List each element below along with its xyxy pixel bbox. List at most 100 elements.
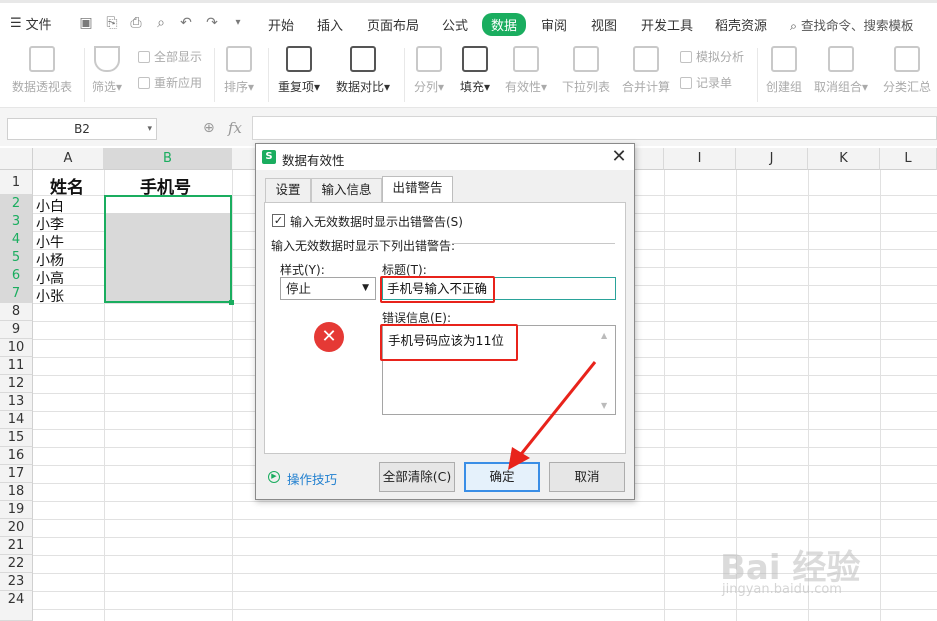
split-column-button[interactable]: 分列▾ — [414, 46, 444, 95]
name-box[interactable]: B2 ▾ — [7, 118, 157, 140]
tab-page-layout[interactable]: 页面布局 — [367, 15, 419, 34]
dropdown-list-button[interactable]: 下拉列表 — [562, 46, 610, 95]
record-form-icon — [680, 76, 692, 89]
column-header-h[interactable] — [634, 148, 664, 170]
what-if-button[interactable]: 模拟分析 — [680, 48, 744, 65]
tips-link[interactable]: 操作技巧 — [287, 469, 337, 488]
row-header[interactable]: 9 — [0, 321, 33, 339]
row-header[interactable]: 6 — [0, 267, 33, 285]
cell-name[interactable]: 小高 — [36, 268, 64, 288]
row-header[interactable]: 1 — [0, 170, 33, 195]
arrow-head — [508, 447, 530, 470]
validity-icon — [513, 46, 540, 72]
ungroup-button[interactable]: 取消组合▾ — [814, 46, 868, 95]
row-header[interactable]: 8 — [0, 303, 33, 321]
pivot-table-button[interactable]: 数据透视表 — [12, 46, 72, 95]
command-search-label: 查找命令、搜索模板 — [801, 18, 914, 33]
tab-home[interactable]: 开始 — [268, 15, 294, 34]
cell-name[interactable]: 小李 — [36, 214, 64, 234]
column-header-b[interactable]: B — [104, 148, 232, 170]
grid-line — [664, 170, 665, 621]
row-header[interactable]: 3 — [0, 213, 33, 231]
fill-handle[interactable] — [229, 300, 234, 305]
row-header[interactable]: 15 — [0, 429, 33, 447]
cell-name[interactable]: 小杨 — [36, 250, 64, 270]
cell-a1-name-header[interactable]: 姓名 — [50, 173, 84, 198]
play-icon[interactable]: ▶ — [268, 471, 280, 483]
column-header-a[interactable]: A — [33, 148, 104, 170]
validity-button[interactable]: 有效性▾ — [505, 46, 547, 95]
formula-input[interactable] — [252, 116, 937, 140]
reapply-button[interactable]: 重新应用 — [138, 74, 202, 91]
tab-developer[interactable]: 开发工具 — [641, 15, 693, 34]
row-header[interactable]: 5 — [0, 249, 33, 267]
redo-icon[interactable]: ↷ — [204, 15, 220, 31]
split-column-label: 分列▾ — [414, 80, 445, 94]
row-header[interactable]: 22 — [0, 555, 33, 573]
select-all-corner[interactable] — [0, 148, 33, 170]
tab-input-message[interactable]: 输入信息 — [311, 178, 382, 202]
tab-data[interactable]: 数据 — [482, 13, 527, 36]
row-header[interactable]: 23 — [0, 573, 33, 591]
column-header-l[interactable]: L — [880, 148, 937, 170]
row-header[interactable]: 19 — [0, 501, 33, 519]
row-header[interactable]: 4 — [0, 231, 33, 249]
tab-error-alert[interactable]: 出错警告 — [382, 176, 453, 203]
consolidate-button[interactable]: 合并计算 — [622, 46, 670, 95]
row-header[interactable]: 17 — [0, 465, 33, 483]
row-header[interactable]: 7 — [0, 285, 33, 303]
save-icon[interactable]: ▣ — [78, 15, 94, 31]
row-header[interactable]: 21 — [0, 537, 33, 555]
quick-access-dropdown-icon[interactable]: ▾ — [230, 15, 246, 31]
command-search[interactable]: ⌕ 查找命令、搜索模板 — [790, 15, 914, 34]
selected-range-b2-b7[interactable] — [104, 195, 232, 303]
row-header[interactable]: 18 — [0, 483, 33, 501]
duplicates-button[interactable]: 重复项▾ — [278, 46, 320, 95]
column-header-j[interactable]: J — [736, 148, 808, 170]
row-header[interactable]: 20 — [0, 519, 33, 537]
show-error-checkbox-label[interactable]: 输入无效数据时显示出错警告(S) — [290, 213, 463, 230]
sort-button[interactable]: 排序▾ — [224, 46, 254, 95]
show-error-checkbox[interactable]: ✓ — [272, 214, 285, 227]
tab-review[interactable]: 审阅 — [541, 15, 567, 34]
filter-button[interactable]: 筛选▾ — [92, 46, 122, 95]
row-header[interactable]: 10 — [0, 339, 33, 357]
undo-icon[interactable]: ↶ — [178, 15, 194, 31]
record-form-button[interactable]: 记录单 — [680, 74, 732, 91]
group-button[interactable]: 创建组 — [766, 46, 802, 95]
row-header[interactable]: 16 — [0, 447, 33, 465]
print-icon[interactable]: ⎙ — [128, 15, 144, 31]
cell-name[interactable]: 小白 — [36, 196, 64, 216]
subtotal-button[interactable]: 分类汇总 — [883, 46, 931, 95]
column-header-c[interactable] — [232, 148, 256, 170]
row-header[interactable]: 11 — [0, 357, 33, 375]
tab-formulas[interactable]: 公式 — [442, 15, 468, 34]
row-header[interactable]: 13 — [0, 393, 33, 411]
compare-button[interactable]: 数据对比▾ — [336, 46, 390, 95]
row-header[interactable]: 2 — [0, 195, 33, 213]
column-header-i[interactable]: I — [664, 148, 736, 170]
style-select[interactable]: 停止 ▼ — [280, 277, 376, 300]
clear-all-button[interactable]: 全部清除(C) — [379, 462, 455, 492]
zoom-icon[interactable]: ⊕ — [203, 120, 215, 136]
tab-docer[interactable]: 稻壳资源 — [715, 15, 767, 34]
dialog-title-bar[interactable]: S 数据有效性 ✕ — [256, 144, 634, 170]
fill-button[interactable]: 填充▾ — [460, 46, 490, 95]
row-header[interactable]: 24 — [0, 591, 33, 621]
tab-view[interactable]: 视图 — [591, 15, 617, 34]
close-icon[interactable]: ✕ — [610, 146, 628, 167]
row-header[interactable]: 12 — [0, 375, 33, 393]
tab-settings[interactable]: 设置 — [265, 178, 311, 202]
file-menu[interactable]: ☰ 文件 — [10, 14, 52, 33]
show-all-button[interactable]: 全部显示 — [138, 48, 202, 65]
cell-name[interactable]: 小张 — [36, 286, 64, 306]
error-group-label: 输入无效数据时显示下列出错警告: — [271, 239, 456, 253]
row-header[interactable]: 14 — [0, 411, 33, 429]
cell-name[interactable]: 小牛 — [36, 232, 64, 252]
export-icon[interactable]: ⎘ — [104, 15, 120, 31]
print-preview-icon[interactable]: ⌕ — [153, 15, 169, 31]
fx-icon[interactable]: fx — [228, 119, 242, 137]
column-header-k[interactable]: K — [808, 148, 880, 170]
scroll-up-icon[interactable]: ▲ — [601, 331, 607, 340]
tab-insert[interactable]: 插入 — [317, 15, 343, 34]
